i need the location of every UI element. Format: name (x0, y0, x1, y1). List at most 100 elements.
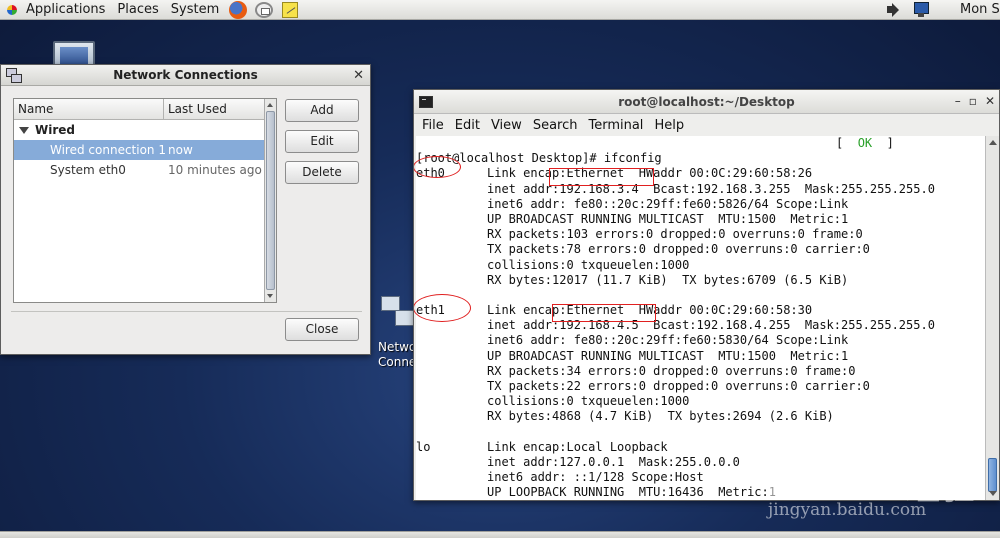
ifconfig-text: Link encap:Local Loopback (487, 439, 668, 454)
ifconfig-text: RX bytes:12017 (11.7 KiB) TX bytes:6709 … (487, 272, 849, 287)
ifconfig-text: collisions:0 txqueuelen:1000 (487, 394, 690, 409)
mail-icon (255, 1, 274, 18)
menu-edit[interactable]: Edit (451, 118, 487, 133)
menu-search[interactable]: Search (529, 118, 585, 133)
notes-launcher[interactable] (279, 0, 301, 20)
scroll-up-arrow-icon[interactable] (989, 140, 997, 145)
ifconfig-text: UP BROADCAST RUNNING MULTICAST MTU:1500 … (487, 211, 849, 226)
connections-list-scrollbar[interactable] (264, 99, 276, 302)
connection-row-wired-connection-1[interactable]: Wired connection 1 now (14, 140, 276, 160)
menu-view[interactable]: View (487, 118, 529, 133)
system-menu[interactable]: System (165, 0, 225, 20)
ifconfig-line: TX packets:22 errors:0 dropped:0 overrun… (416, 379, 985, 394)
column-header-last-used[interactable]: Last Used (164, 99, 276, 119)
group-wired-label: Wired (35, 123, 75, 137)
baidu-watermark: Bai du 经验 jingyan.baidu.com (760, 430, 1000, 520)
menu-file[interactable]: File (418, 118, 451, 133)
close-button[interactable]: Close (285, 318, 359, 341)
bottom-panel (0, 531, 1000, 538)
connection-name: System eth0 (50, 163, 126, 177)
ifconfig-line: inet6 addr: fe80::20c:29ff:fe60:5830/64 … (416, 333, 985, 348)
ifconfig-text: UP BROADCAST RUNNING MULTICAST MTU:1500 … (487, 348, 849, 363)
ifconfig-text: inet addr:127.0.0.1 Mask:255.0.0.0 (487, 454, 740, 469)
terminal-titlebar[interactable]: root@localhost:~/Desktop – ▫ ✕ (414, 90, 999, 114)
shell-prompt-line: [root@localhost Desktop]# ifconfig (416, 151, 662, 166)
volume-icon[interactable] (884, 1, 904, 19)
ifconfig-line: eth1 Link encap:Ethernet HWaddr 00:0C:29:… (416, 303, 985, 318)
window-controls: – ▫ ✕ (955, 94, 995, 108)
menu-terminal[interactable]: Terminal (584, 118, 650, 133)
status-ok: OK (857, 136, 873, 150)
status-open-bracket: [ (836, 136, 858, 150)
column-header-name[interactable]: Name (14, 99, 164, 119)
terminal-menubar: File Edit View Search Terminal Help (414, 114, 999, 136)
dialog-separator (11, 311, 362, 312)
connection-name: Wired connection 1 (50, 143, 166, 157)
top-panel: Applications Places System (0, 0, 1000, 20)
mail-launcher[interactable] (253, 0, 275, 20)
connections-list-header: Name Last Used (14, 99, 276, 120)
applications-menu[interactable]: Applications (0, 0, 111, 20)
ifconfig-text: UP LOOPBACK RUNNING MTU:16436 Metric:1 (487, 485, 776, 500)
add-button[interactable]: Add (285, 99, 359, 122)
annotation-circle-eth1 (414, 294, 471, 322)
ifconfig-line: inet6 addr: fe80::20c:29ff:fe60:5826/64 … (416, 197, 985, 212)
ifconfig-line: RX bytes:4868 (4.7 KiB) TX bytes:2694 (2… (416, 409, 985, 424)
ifconfig-line: eth0 Link encap:Ethernet HWaddr 00:0C:29:… (416, 166, 985, 181)
ifconfig-text: RX packets:103 errors:0 dropped:0 overru… (487, 227, 863, 242)
panel-clock[interactable]: Mon Se (960, 0, 1000, 20)
ifconfig-text: inet6 addr: fe80::20c:29ff:fe60:5830/64 … (487, 333, 849, 348)
network-desktop-label-line1: Netwo (378, 340, 417, 354)
ifconfig-text: TX packets:22 errors:0 dropped:0 overrun… (487, 379, 870, 393)
delete-button[interactable]: Delete (285, 161, 359, 184)
scroll-up-arrow-icon[interactable] (267, 103, 273, 107)
network-tray-icon[interactable] (912, 1, 932, 19)
ifconfig-line: collisions:0 txqueuelen:1000 (416, 258, 985, 273)
notes-icon (282, 1, 299, 18)
ifconfig-line: UP BROADCAST RUNNING MULTICAST MTU:1500 … (416, 212, 985, 227)
annotation-box-ip-eth0 (549, 168, 654, 186)
ifconfig-text: RX packets:34 errors:0 dropped:0 overrun… (487, 363, 856, 378)
ifconfig-line: inet addr:192.168.3.4 Bcast:192.168.3.25… (416, 182, 985, 197)
firefox-launcher[interactable] (227, 0, 249, 20)
connection-row-system-eth0[interactable]: System eth0 10 minutes ago (14, 160, 276, 180)
close-icon[interactable]: ✕ (985, 94, 995, 108)
connections-list[interactable]: Name Last Used Wired Wired connection 1 … (13, 98, 277, 303)
places-menu[interactable]: Places (111, 0, 164, 20)
scroll-down-arrow-icon[interactable] (267, 294, 273, 298)
firefox-icon (229, 0, 248, 19)
ifconfig-line: RX packets:103 errors:0 dropped:0 overru… (416, 227, 985, 242)
group-wired[interactable]: Wired (14, 120, 276, 140)
applications-menu-label: Applications (26, 2, 106, 17)
menu-help[interactable]: Help (650, 118, 691, 133)
minimize-icon[interactable]: – (955, 94, 961, 108)
ifconfig-line: RX packets:34 errors:0 dropped:0 overrun… (416, 364, 985, 379)
annotation-box-ip-eth1 (552, 304, 656, 322)
ifconfig-text: inet6 addr: fe80::20c:29ff:fe60:5826/64 … (487, 196, 849, 211)
connection-last-used: now (168, 143, 193, 157)
terminal-title: root@localhost:~/Desktop (618, 95, 795, 109)
ifconfig-line: collisions:0 txqueuelen:1000 (416, 394, 985, 409)
ifconfig-text: collisions:0 txqueuelen:1000 (487, 257, 690, 272)
ifconfig-line: TX packets:78 errors:0 dropped:0 overrun… (416, 242, 985, 257)
watermark-url: jingyan.baidu.com (768, 500, 927, 520)
network-desktop-label-line2: Connect (378, 355, 418, 369)
ifconfig-text: inet6 addr: ::1/128 Scope:Host (487, 470, 704, 485)
interface-name-lo: lo (416, 439, 431, 454)
network-connections-titlebar[interactable]: Network Connections ✕ (1, 65, 370, 86)
close-icon[interactable]: ✕ (353, 67, 364, 84)
maximize-icon[interactable]: ▫ (969, 94, 977, 108)
status-close-bracket: ] (872, 136, 894, 150)
status-ok-line: [ OK ] (416, 136, 985, 151)
ifconfig-text: RX bytes:4868 (4.7 KiB) TX bytes:2694 (2… (487, 409, 834, 424)
scrollbar-thumb[interactable] (266, 111, 275, 290)
network-desktop-icon[interactable] (381, 296, 415, 332)
connection-last-used: 10 minutes ago (168, 163, 262, 177)
expander-triangle-icon[interactable] (19, 126, 29, 134)
ifconfig-text: TX packets:78 errors:0 dropped:0 overrun… (487, 242, 870, 257)
annotation-circle-eth0 (414, 156, 461, 178)
network-connections-window: Network Connections ✕ Name Last Used Wir… (0, 64, 371, 355)
network-connections-title: Network Connections (113, 68, 258, 82)
edit-button[interactable]: Edit (285, 130, 359, 153)
